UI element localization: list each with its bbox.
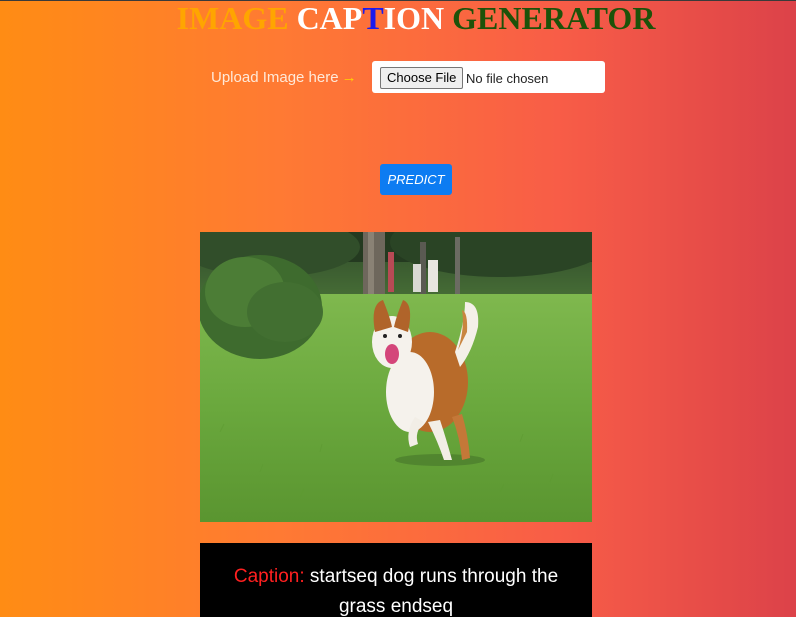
uploaded-image bbox=[200, 232, 592, 522]
choose-file-button[interactable]: Choose File bbox=[380, 67, 464, 89]
caption-text: startseq dog runs through the grass ends… bbox=[304, 566, 559, 617]
arrow-right-icon: → bbox=[341, 69, 357, 86]
title-part-ion: ION bbox=[383, 0, 445, 36]
title-part-image: IMAGE bbox=[176, 0, 289, 36]
file-status-text: No file chosen bbox=[466, 71, 549, 86]
file-input[interactable]: Choose File No file chosen bbox=[372, 61, 605, 93]
title-part-generator: GENERATOR bbox=[444, 0, 656, 36]
upload-label: Upload Image here → bbox=[211, 69, 357, 86]
upload-label-text: Upload Image here bbox=[211, 69, 339, 86]
title-part-cap: CAP bbox=[288, 0, 363, 36]
title-part-t: T bbox=[362, 0, 384, 36]
predict-button[interactable]: PREDICT bbox=[380, 164, 452, 195]
caption-box: Caption: startseq dog runs through the g… bbox=[200, 543, 592, 617]
dog-photo-illustration bbox=[200, 232, 592, 522]
caption-label: Caption: bbox=[233, 566, 305, 587]
page-title: IMAGE CAPTION GENERATOR bbox=[0, 1, 796, 35]
